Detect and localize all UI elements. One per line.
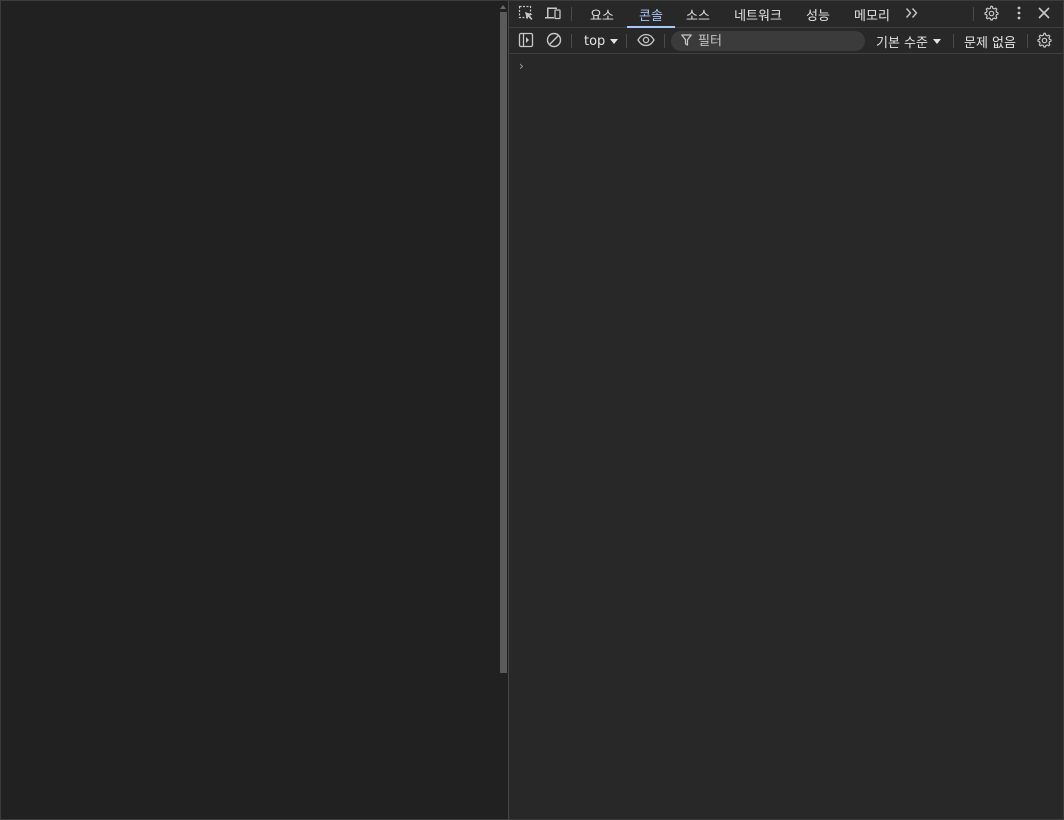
show-sidebar-button[interactable] xyxy=(515,31,537,51)
toolbar-divider xyxy=(626,34,627,48)
tab-performance[interactable]: 성능 xyxy=(796,1,840,27)
inspect-element-button[interactable] xyxy=(515,4,537,24)
tab-label: 네트워크 xyxy=(734,8,782,24)
more-tabs-icon xyxy=(904,6,920,23)
issues-label: 문제 없음 xyxy=(964,35,1016,51)
devtools-tab-bar: 요소 콘솔 소스 네트워크 성능 메모리 xyxy=(509,1,1063,28)
log-levels-dropdown[interactable]: 기본 수준 xyxy=(876,28,941,54)
log-levels-label: 기본 수준 xyxy=(876,35,928,51)
sidebar-toggle-icon xyxy=(518,32,534,51)
settings-gear-icon xyxy=(983,5,999,24)
inspected-page-viewport xyxy=(0,0,508,820)
toolbar-divider xyxy=(571,34,572,48)
scrollbar-thumb[interactable] xyxy=(500,12,507,673)
more-options-button[interactable] xyxy=(1008,4,1030,24)
issues-counter[interactable]: 문제 없음 xyxy=(964,28,1016,54)
close-icon xyxy=(1037,6,1051,23)
clear-console-button[interactable] xyxy=(543,31,565,51)
tab-label: 요소 xyxy=(590,8,614,24)
tab-label: 성능 xyxy=(806,8,830,24)
kebab-menu-icon xyxy=(1016,5,1022,24)
tab-console[interactable]: 콘솔 xyxy=(627,1,675,28)
tab-network[interactable]: 네트워크 xyxy=(725,1,791,27)
console-filter[interactable] xyxy=(671,31,865,51)
device-toolbar-icon xyxy=(544,5,562,24)
chevron-down-icon xyxy=(610,38,619,44)
device-toolbar-button[interactable] xyxy=(542,4,564,24)
prompt-chevron-icon: › xyxy=(519,59,524,73)
console-toolbar: top 기본 수준 문제 없음 xyxy=(509,28,1063,54)
tab-label: 콘솔 xyxy=(639,8,663,24)
page-scrollbar[interactable] xyxy=(499,5,508,673)
filter-funnel-icon xyxy=(681,33,692,49)
tab-label: 소스 xyxy=(686,8,710,24)
context-selector[interactable]: top xyxy=(584,28,619,54)
context-label: top xyxy=(584,33,606,49)
live-expression-eye-icon xyxy=(637,33,655,50)
more-tabs-button[interactable] xyxy=(901,4,923,24)
tab-memory[interactable]: 메모리 xyxy=(846,1,898,27)
console-settings-button[interactable] xyxy=(1033,31,1055,51)
filter-input[interactable] xyxy=(698,33,848,49)
toolbar-divider xyxy=(1027,34,1028,48)
toolbar-divider xyxy=(973,7,974,21)
scroll-up-arrow[interactable] xyxy=(500,5,506,9)
clear-console-icon xyxy=(546,32,562,51)
close-devtools-button[interactable] xyxy=(1033,4,1055,24)
inspect-element-icon xyxy=(518,5,534,24)
tab-elements[interactable]: 요소 xyxy=(581,1,623,27)
tab-label: 메모리 xyxy=(854,8,890,24)
toolbar-divider xyxy=(571,7,572,21)
console-settings-gear-icon xyxy=(1036,32,1052,51)
live-expression-button[interactable] xyxy=(634,31,658,51)
devtools-panel: 요소 콘솔 소스 네트워크 성능 메모리 top 필터 기본 수준 문제 없음 … xyxy=(508,0,1064,820)
tab-sources[interactable]: 소스 xyxy=(677,1,719,27)
settings-button[interactable] xyxy=(980,4,1002,24)
toolbar-divider xyxy=(664,34,665,48)
console-output[interactable]: › xyxy=(509,55,1063,819)
toolbar-divider xyxy=(953,34,954,48)
chevron-down-icon xyxy=(932,38,941,44)
